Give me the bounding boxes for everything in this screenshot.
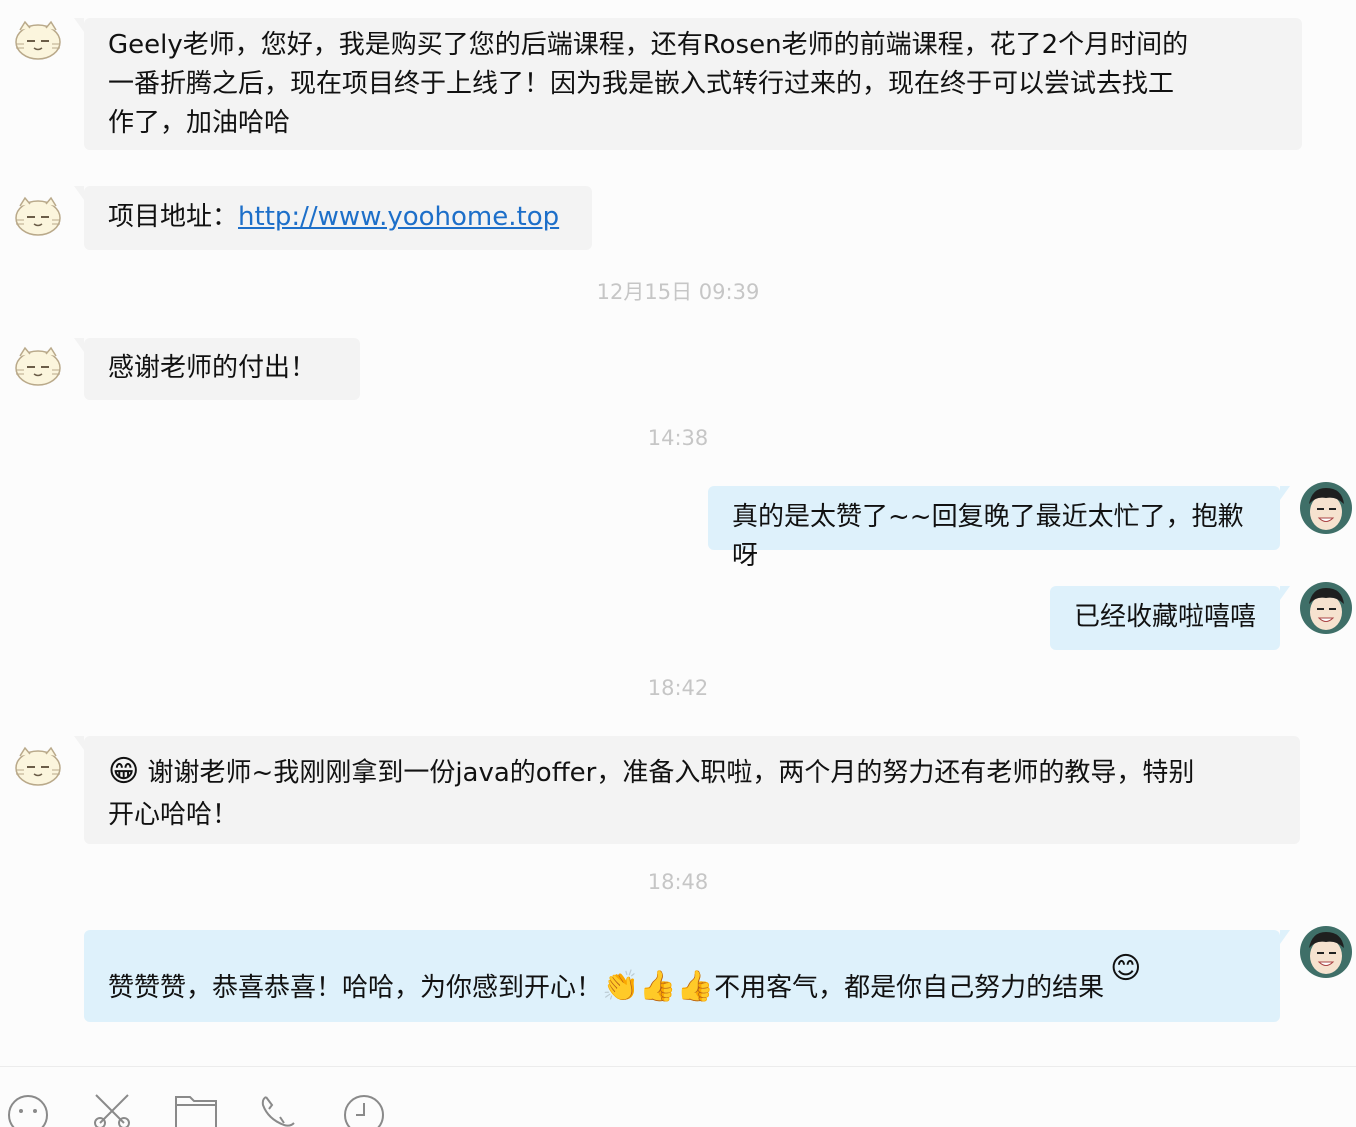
message-text-line: 开心哈哈！ — [108, 800, 239, 830]
cat-avatar[interactable] — [12, 340, 64, 392]
project-url-link[interactable]: http://www.yoohome.top — [238, 202, 559, 232]
clap-thumbs-emoji-icon: 👏👍👍 — [602, 969, 715, 1004]
message-text-line: 一番折腾之后，现在项目终于上线了！因为我是嵌入式转行过来的，现在终于可以尝试去找… — [108, 69, 1175, 99]
timestamp: 18:42 — [647, 676, 709, 700]
user-avatar[interactable] — [1300, 926, 1352, 978]
cat-avatar[interactable] — [12, 740, 64, 792]
smiley-icon[interactable] — [6, 1093, 50, 1127]
folder-icon[interactable] — [174, 1093, 218, 1127]
message-text: 谢谢老师~我刚刚拿到一份java的offer，准备入职啦，两个月的努力还有老师的… — [139, 758, 1195, 788]
cat-avatar[interactable] — [12, 190, 64, 242]
smile-emoji-icon: 😊 — [1110, 951, 1142, 986]
message-text-line: 😁 谢谢老师~我刚刚拿到一份java的offer，准备入职啦，两个月的努力还有老… — [108, 751, 1276, 794]
outgoing-message-bubble[interactable]: 已经收藏啦嘻嘻 — [1050, 586, 1290, 650]
timestamp: 12月15日 09:39 — [596, 280, 760, 304]
message-text: 感谢老师的付出！ — [108, 353, 317, 383]
timestamp: 18:48 — [647, 870, 709, 894]
user-avatar[interactable] — [1300, 582, 1352, 634]
message-text: 不用客气，都是你自己努力的结果 — [714, 973, 1105, 1003]
clock-icon[interactable] — [342, 1093, 386, 1127]
incoming-message-bubble[interactable]: 😁 谢谢老师~我刚刚拿到一份java的offer，准备入职啦，两个月的努力还有老… — [74, 736, 1300, 844]
outgoing-message-bubble[interactable]: 赞赞赞，恭喜恭喜！哈哈，为你感到开心！👏👍👍不用客气，都是你自己努力的结果😊 — [84, 930, 1290, 1022]
cat-avatar[interactable] — [12, 14, 64, 66]
incoming-message-bubble[interactable]: Geely老师，您好，我是购买了您的后端课程，还有Rosen老师的前端课程，花了… — [74, 18, 1302, 150]
scissors-icon[interactable] — [90, 1093, 134, 1127]
message-text: 真的是太赞了~~回复晚了最近太忙了，抱歉呀 — [732, 502, 1244, 571]
input-toolbar — [0, 1066, 1356, 1127]
timestamp: 14:38 — [647, 426, 709, 450]
incoming-message-bubble[interactable]: 项目地址：http://www.yoohome.top — [74, 186, 592, 250]
message-text: 项目地址： — [108, 202, 239, 232]
message-text: 已经收藏啦嘻嘻 — [1074, 602, 1257, 632]
message-text-line: 作了，加油哈哈 — [108, 108, 291, 138]
outgoing-message-bubble[interactable]: 真的是太赞了~~回复晚了最近太忙了，抱歉呀 — [708, 486, 1290, 571]
message-text-line: Geely老师，您好，我是购买了您的后端课程，还有Rosen老师的前端课程，花了… — [108, 30, 1189, 60]
message-text: 赞赞赞，恭喜恭喜！哈哈，为你感到开心！ — [108, 973, 603, 1003]
phone-icon[interactable] — [258, 1093, 302, 1127]
user-avatar[interactable] — [1300, 482, 1352, 534]
incoming-message-bubble[interactable]: 感谢老师的付出！ — [74, 338, 360, 400]
grin-emoji-icon: 😁 — [108, 754, 140, 789]
chat-message-area[interactable]: Geely老师，您好，我是购买了您的后端课程，还有Rosen老师的前端课程，花了… — [0, 0, 1356, 1066]
